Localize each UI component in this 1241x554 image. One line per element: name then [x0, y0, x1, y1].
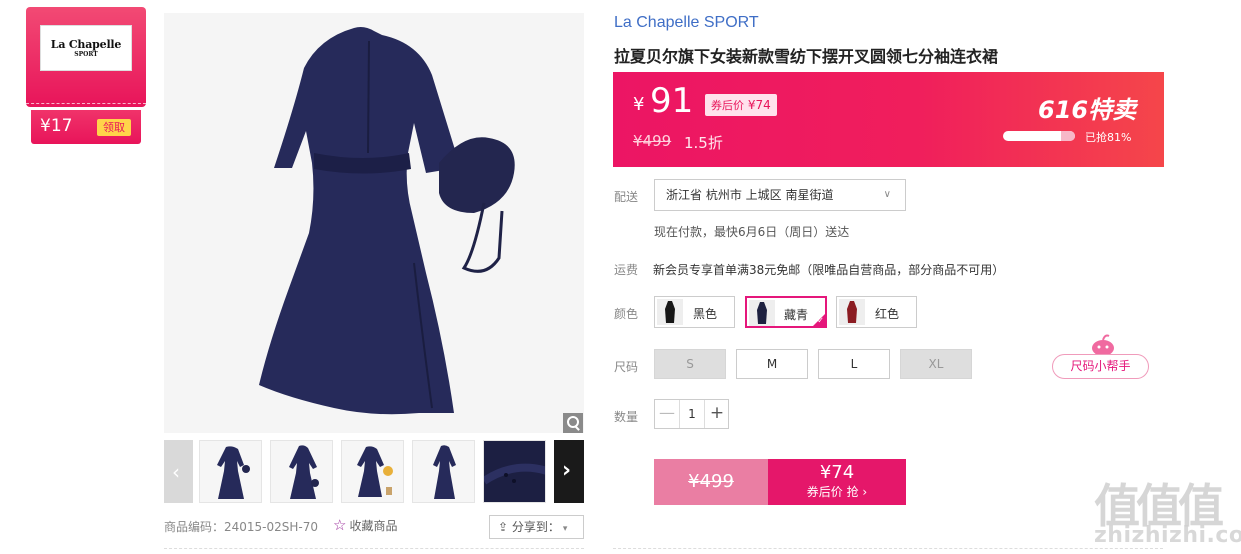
thumbnail[interactable]: [483, 440, 546, 503]
buy-with-coupon-button[interactable]: ¥74 券后价 抢 ›: [768, 459, 906, 505]
zoom-icon[interactable]: [563, 413, 583, 433]
quantity-decrement-button[interactable]: —: [655, 400, 679, 428]
quantity-stepper[interactable]: — 1 +: [654, 399, 729, 429]
thumbnail-image: [357, 446, 393, 497]
share-button[interactable]: ⇪ 分享到： ▾: [489, 515, 584, 539]
chevron-left-icon[interactable]: ‹: [164, 440, 193, 503]
shipping-info: 新会员专享首单满38元免邮（限唯品自营商品，部分商品不可用）: [653, 263, 1005, 277]
coupon-claim-bar[interactable]: ¥17 领取: [31, 110, 141, 144]
thumbnail[interactable]: [412, 440, 475, 503]
thumbnail[interactable]: [341, 440, 404, 503]
quantity-label: 数量: [614, 410, 639, 424]
product-title: 拉夏贝尔旗下女装新款雪纺下摆开叉圆领七分袖连衣裙: [614, 47, 999, 66]
brand-logo: La Chapelle SPORT: [40, 25, 132, 71]
delivery-estimate: 现在付款，最快6月6日（周日）送达: [654, 225, 850, 239]
quantity-increment-button[interactable]: +: [705, 400, 729, 428]
coupon-amount: ¥17: [40, 116, 73, 136]
color-option-label: 红色: [875, 307, 900, 321]
product-code: 商品编码：24015-02SH-70: [164, 520, 319, 534]
brand-link[interactable]: La Chapelle SPORT: [614, 14, 759, 32]
claim-coupon-button[interactable]: 领取: [97, 119, 131, 136]
color-swatch-image: [657, 299, 683, 325]
chevron-down-icon: ∨: [883, 189, 891, 200]
quantity-value[interactable]: 1: [679, 400, 705, 428]
star-icon: ☆: [333, 516, 347, 534]
original-price-button[interactable]: ¥499: [654, 459, 768, 505]
color-option-label: 黑色: [693, 307, 718, 321]
chevron-right-icon[interactable]: ›: [554, 440, 584, 503]
color-option-red[interactable]: 红色: [836, 296, 917, 328]
color-option-black[interactable]: 黑色: [654, 296, 735, 328]
divider: [164, 548, 584, 549]
after-coupon-badge: 券后价 ¥74: [705, 94, 777, 116]
delivery-label: 配送: [614, 190, 639, 204]
brand-logo-line2: SPORT: [74, 51, 98, 58]
discount-rate: 1.5折: [684, 134, 723, 152]
thumbnail[interactable]: [270, 440, 333, 503]
coupon-buy-action: 券后价 抢 ›: [806, 485, 868, 499]
favorite-button[interactable]: ☆ 收藏商品: [333, 516, 397, 534]
dropdown-arrow-icon: ▾: [562, 524, 568, 534]
original-price: ¥499: [633, 132, 672, 150]
delivery-address-value: 浙江省 杭州市 上城区 南星街道: [666, 188, 834, 202]
delivery-address-select[interactable]: 浙江省 杭州市 上城区 南星街道 ∨: [654, 179, 906, 211]
coupon-divider: [26, 103, 146, 104]
color-option-navy[interactable]: 藏青 ✓: [745, 296, 827, 328]
brand-coupon-card[interactable]: La Chapelle SPORT: [26, 7, 146, 107]
current-price: 91: [650, 81, 694, 121]
coupon-buy-price: ¥74: [819, 462, 855, 483]
size-option-l[interactable]: L: [818, 349, 890, 379]
thumbnail-image: [433, 445, 456, 499]
color-swatch-image: [839, 299, 865, 325]
color-label: 颜色: [614, 307, 639, 321]
brand-logo-line1: La Chapelle: [50, 38, 122, 51]
share-icon: ⇪: [498, 520, 512, 534]
size-option-s[interactable]: S: [654, 349, 726, 379]
divider: [613, 548, 1163, 549]
size-option-m[interactable]: M: [736, 349, 808, 379]
sold-progress-remaining: [1061, 131, 1075, 141]
favorite-label: 收藏商品: [349, 519, 398, 533]
promo-label: 616特卖: [1038, 96, 1137, 124]
thumbnail[interactable]: [199, 440, 262, 503]
checkmark-icon: ✓: [817, 316, 824, 325]
size-label: 尺码: [614, 360, 639, 374]
share-label: 分享到：: [511, 520, 560, 534]
product-main-image[interactable]: [164, 13, 584, 433]
thumb-prev-glyph: ‹: [172, 460, 180, 484]
sold-percent: 已抢81%: [1085, 131, 1132, 144]
currency-symbol: ¥: [633, 94, 645, 115]
thumbnail-image: [484, 441, 545, 502]
dress-image: [164, 13, 584, 433]
watermark-url: zhizhizhi.com: [1094, 523, 1241, 548]
size-option-xl[interactable]: XL: [900, 349, 972, 379]
after-coupon-price: ¥74: [747, 98, 771, 112]
color-option-label: 藏青: [784, 308, 809, 322]
shipping-label: 运费: [614, 263, 639, 277]
price-banner: ¥ 91 券后价 ¥74 ¥499 1.5折 616特卖 已抢81%: [613, 72, 1164, 167]
thumbnail-image: [289, 445, 319, 499]
thumb-next-glyph: ›: [562, 458, 572, 483]
after-coupon-label: 券后价: [711, 99, 744, 112]
color-swatch-image: [749, 300, 775, 326]
thumbnail-image: [217, 446, 250, 499]
size-helper-button[interactable]: 尺码小帮手: [1052, 354, 1149, 379]
mascot-icon: [1092, 334, 1114, 356]
sold-progress-bar: [1003, 131, 1075, 141]
